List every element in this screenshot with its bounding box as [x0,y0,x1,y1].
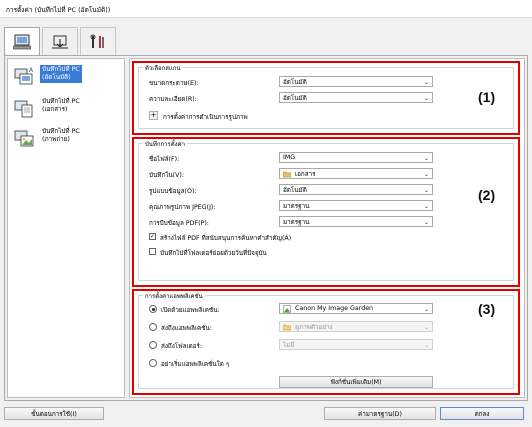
chevron-down-icon: ⌄ [423,79,429,86]
document-save-icon [14,97,36,119]
group-title: บันทึกการตั้งค่า [143,139,187,149]
send-to-folder-label: ส่งถึงโฟลเดอร์: [161,343,203,350]
chevron-down-icon: ⌄ [423,95,429,102]
auto-save-icon: A [14,65,36,87]
send-to-app-label: ส่งถึงแอพพลิเคชั่น: [161,325,212,332]
paper-size-label: ขนาดกระดาษ(E): [149,80,199,87]
app-settings-group: การตั้งค่าแอพพลิเคชั่น เปิดด้วยแอพพลิเคช… [132,289,520,395]
resolution-label: ความละเอียด(R): [149,96,197,103]
image-processing-label: การตั้งค่าการดำเนินการรูปภาพ [163,114,248,121]
chevron-down-icon: ⌄ [423,203,429,210]
file-name-select[interactable]: IMG ⌄ [279,152,433,163]
group-number: (1) [478,89,496,105]
window-title: การตั้งค่า (บันทึกไปที่ PC (อัตโนมัติ)) [0,0,532,18]
open-with-app-select[interactable]: Canon My Image Garden ⌄ [279,303,433,314]
settings-panel: ตัวเลือกสแกน ขนาดกระดาษ(E): อัตโนมัติ ⌄ ค… [129,58,525,398]
tab-bar [4,27,154,56]
resolution-select[interactable]: อัตโนมัติ ⌄ [279,92,433,103]
chevron-down-icon: ⌄ [423,342,429,349]
tab-general-settings[interactable] [80,27,116,55]
chevron-down-icon: ⌄ [423,324,429,331]
photo-save-icon [14,127,36,149]
send-to-folder-select[interactable]: ไม่มี ⌄ [279,339,433,350]
expand-button[interactable]: + [149,111,158,120]
sidebar-item-auto[interactable]: A บันทึกไปที่ PC (อัตโนมัติ) [14,65,122,89]
save-in-select[interactable]: เอกสาร ⌄ [279,168,433,179]
save-in-label: บันทึกใน(V): [149,172,184,179]
chevron-down-icon: ⌄ [423,171,429,178]
chevron-down-icon: ⌄ [423,155,429,162]
tools-icon [90,34,104,48]
open-with-app-label: เปิดด้วยแอพพลิเคชั่น: [161,307,220,314]
send-to-app-select[interactable]: ดูภาพตัวอย่าง ⌄ [279,321,433,332]
group-number: (3) [478,301,496,317]
ok-button[interactable]: ตกลง [440,407,524,420]
svg-text:A: A [29,67,34,74]
file-name-label: ชื่อไฟล์(F): [149,156,180,163]
no-app-radio[interactable] [149,359,157,367]
subfolder-date-label: บันทึกไปที่โฟลเดอร์ย่อยด้วยวันที่ปัจจุบั… [160,250,267,257]
folder-icon [282,170,292,178]
sidebar: A บันทึกไปที่ PC (อัตโนมัติ) บันทึกไปที่ … [7,58,125,398]
group-title: ตัวเลือกสแกน [143,63,183,73]
save-settings-group: บันทึกการตั้งค่า ชื่อไฟล์(F): IMG ⌄ บันทึ… [132,137,520,287]
more-functions-button[interactable]: ฟังก์ชั่นเพิ่มเติม(M) [279,376,433,388]
scanner-icon [52,35,68,49]
jpeg-quality-label: คุณภาพรูปภาพ JPEG(J): [149,204,216,211]
tab-scan-from-panel[interactable] [42,27,78,55]
send-to-app-radio[interactable] [149,323,157,331]
settings-frame: A บันทึกไปที่ PC (อัตโนมัติ) บันทึกไปที่ … [4,55,528,401]
sidebar-item-document[interactable]: บันทึกไปที่ PC (เอกสาร) [14,97,122,121]
chevron-down-icon: ⌄ [423,187,429,194]
subfolder-date-checkbox[interactable] [149,248,156,255]
jpeg-quality-select[interactable]: มาตรฐาน ⌄ [279,200,433,211]
data-format-select[interactable]: อัตโนมัติ ⌄ [279,184,433,195]
pdf-compression-select[interactable]: มาตรฐาน ⌄ [279,216,433,227]
defaults-button[interactable]: ค่ามาตรฐาน(D) [324,407,436,420]
group-title: การตั้งค่าแอพพลิเคชั่น [143,291,205,301]
send-to-folder-radio[interactable] [149,341,157,349]
chevron-down-icon: ⌄ [423,306,429,313]
no-app-label: อย่าเริ่มแอพพลิเคชั่นใด ๆ [161,361,230,368]
image-garden-icon [283,304,291,313]
preview-folder-icon [282,323,292,331]
group-number: (2) [478,187,496,203]
instructions-button[interactable]: ขั้นตอนการใช้(I) [4,407,104,420]
computer-scan-icon [13,34,31,50]
chevron-down-icon: ⌄ [423,219,429,226]
tab-scan-from-computer[interactable] [4,27,40,56]
data-format-label: รูปแบบข้อมูล(O): [149,188,197,195]
pdf-compression-label: การบีบข้อมูล PDF(P): [149,220,209,227]
searchable-pdf-checkbox[interactable]: ✓ [149,233,156,240]
scan-options-group: ตัวเลือกสแกน ขนาดกระดาษ(E): อัตโนมัติ ⌄ ค… [132,61,520,135]
searchable-pdf-label: สร้างไฟล์ PDF ที่สนับสนุนการค้นหาคำสำคัญ… [160,235,292,242]
paper-size-select[interactable]: อัตโนมัติ ⌄ [279,76,433,87]
open-with-app-radio[interactable] [149,305,157,313]
sidebar-item-photo[interactable]: บันทึกไปที่ PC (ภาพถ่าย) [14,127,122,151]
